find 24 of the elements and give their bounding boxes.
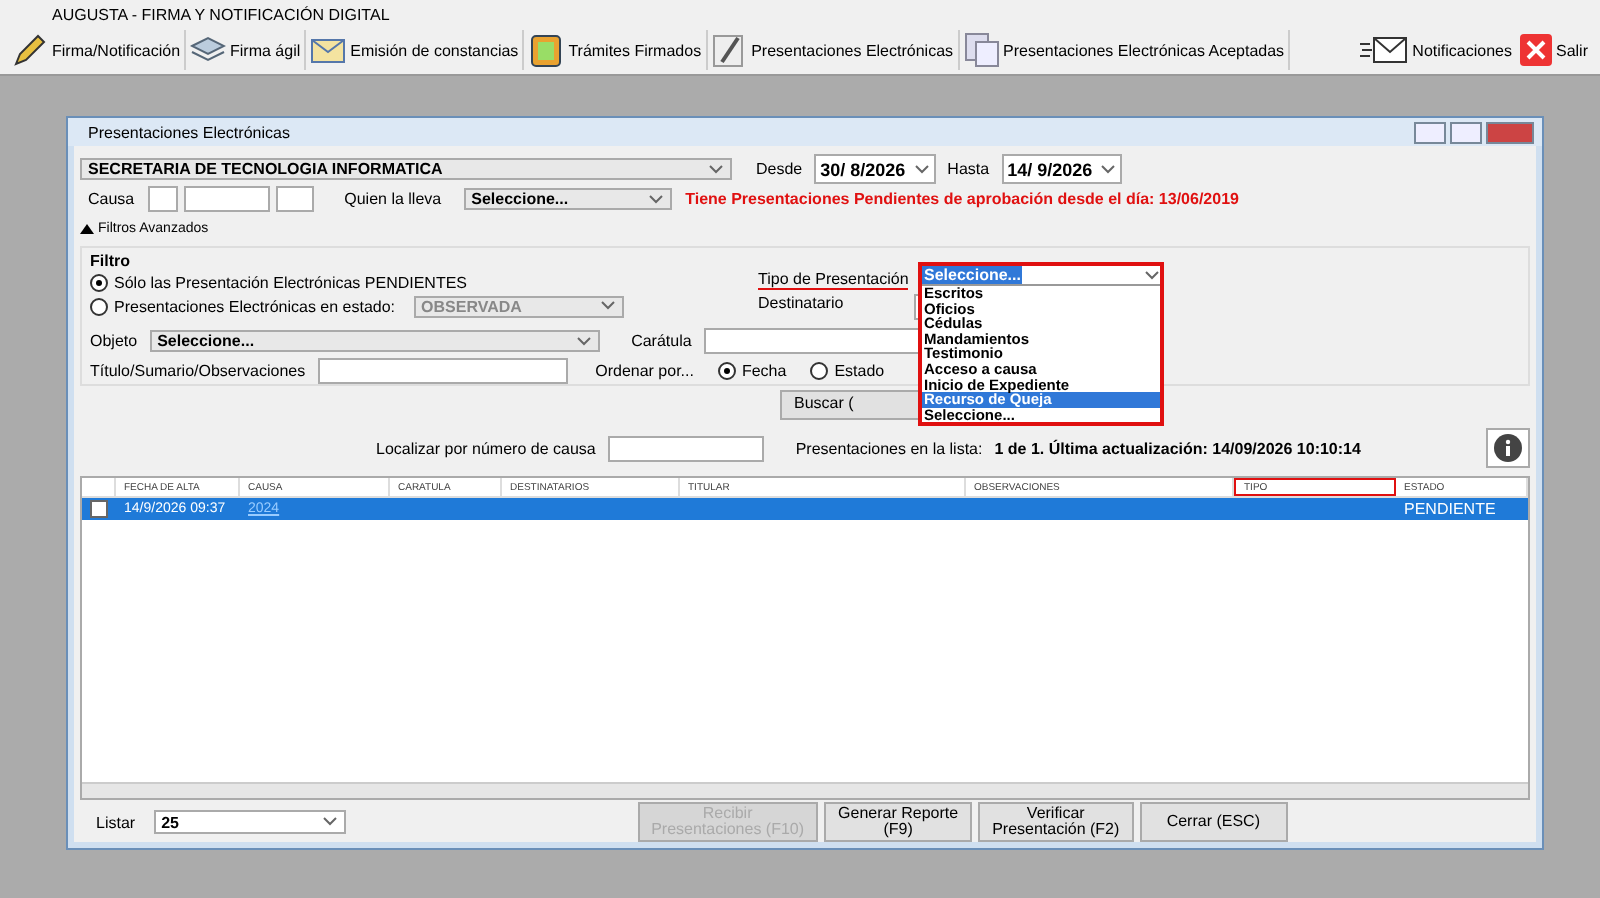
quien-label: Quien la lleva <box>342 190 444 208</box>
tipo-label: Tipo de Presentación <box>758 270 909 290</box>
causa-label: Causa <box>86 190 137 208</box>
hasta-label: Hasta <box>947 160 990 178</box>
objeto-label: Objeto <box>90 332 138 350</box>
listar-label: Listar <box>94 813 138 831</box>
filter-title: Filtro <box>90 252 132 270</box>
warning-text: Tiene Presentaciones Pendientes de aprobación desde el día: 13/06/2019 <box>685 190 1239 208</box>
list-info-label: Presentaciones en la lista: <box>795 439 983 457</box>
ordenar-label: Ordenar por... <box>595 362 694 380</box>
table-cell-text: PENDIENTE <box>1402 500 1498 518</box>
radio-label: Fecha <box>741 362 787 380</box>
desde-label: Desde <box>756 160 803 178</box>
titulo-label: Título/Sumario/Observaciones <box>90 362 306 380</box>
radio-label: Estado <box>834 362 885 380</box>
localizar-label: Localizar por número de causa <box>376 439 596 457</box>
destinatario-label: Destinatario <box>758 294 844 312</box>
radio-label: Sólo las Presentación Electrónicas PENDIENTES <box>114 273 468 291</box>
app-title: AUGUSTA - FIRMA Y NOTIFICACIÓN DIGITAL <box>50 4 392 26</box>
caratula-label: Carátula <box>631 332 692 350</box>
list-info-text: 1 de 1. Última actualización: 14/09/2026 10:10:14 <box>994 439 1361 457</box>
tipo-dropdown-value: Seleccione... <box>922 266 1023 284</box>
dialog-title: Presentaciones Electrónicas <box>86 123 292 141</box>
radio-label: Presentaciones Electrónicas en estado: <box>114 297 396 315</box>
